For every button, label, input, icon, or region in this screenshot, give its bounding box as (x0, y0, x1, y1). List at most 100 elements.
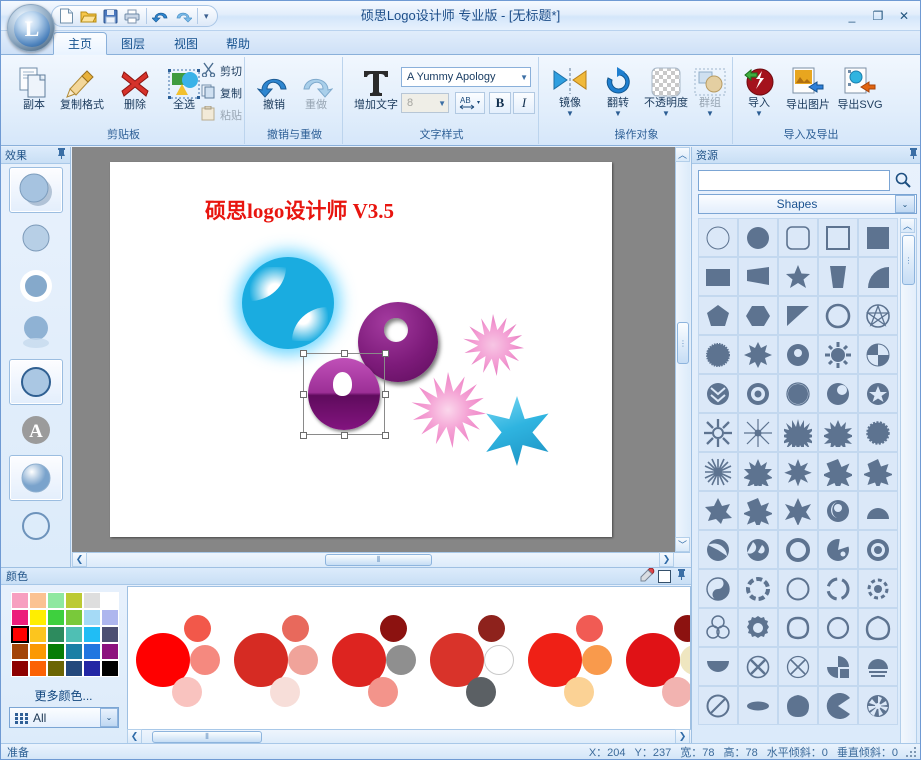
eyedropper-icon[interactable] (640, 568, 655, 585)
shape-crescent-circle[interactable] (818, 374, 858, 413)
shape-star-8[interactable] (738, 491, 778, 530)
effect-outline[interactable] (9, 359, 63, 405)
color-swatch[interactable] (11, 660, 29, 677)
shape-target[interactable] (858, 530, 898, 569)
color-gallery-scrollbar[interactable]: ❮ ⦀ ❯ (127, 729, 691, 744)
pink-starburst-small[interactable] (462, 314, 524, 376)
shape-blob-filled[interactable] (778, 686, 818, 725)
export-svg-button[interactable]: 导出SVG (833, 63, 887, 112)
resize-handle-n[interactable] (341, 350, 348, 357)
resource-category-combo[interactable]: Shapes ⌄ (698, 194, 917, 214)
shape-star-cutout-circle[interactable] (858, 374, 898, 413)
shape-circle-brush[interactable] (778, 569, 818, 608)
paste-button[interactable]: 粘贴 (199, 105, 244, 125)
color-swatch[interactable] (83, 609, 101, 626)
canvas-title-text[interactable]: 硕思logo设计师 V3.5 (205, 195, 394, 225)
shape-concentric-circle[interactable] (738, 374, 778, 413)
font-size-combo[interactable]: 8 ▼ (401, 93, 449, 113)
shape-pentagram-circle[interactable] (858, 296, 898, 335)
current-color-swatch[interactable] (658, 570, 671, 583)
resources-pin-icon[interactable] (909, 148, 918, 162)
export-image-button[interactable]: 导出图片 (781, 63, 835, 112)
effect-text-mask[interactable]: A (9, 407, 63, 453)
shape-star-6[interactable] (778, 491, 818, 530)
resources-scroll-up-button[interactable]: ︿ (900, 218, 915, 233)
tab-layers[interactable]: 图层 (106, 32, 160, 55)
shape-yin-yang[interactable] (698, 569, 738, 608)
color-swatch[interactable] (29, 592, 47, 609)
shape-scallop-circle[interactable] (858, 413, 898, 452)
search-input[interactable] (698, 170, 890, 191)
redo-icon[interactable] (173, 7, 193, 25)
canvas-hscroll-thumb[interactable]: ⦀ (325, 554, 432, 566)
color-swatch[interactable] (101, 626, 119, 643)
shape-half-disc[interactable] (698, 647, 738, 686)
shape-flower-8[interactable] (738, 335, 778, 374)
color-swatch[interactable] (11, 626, 29, 643)
shape-spiky-sun[interactable] (698, 413, 738, 452)
category-chevron-down-icon[interactable]: ⌄ (895, 195, 915, 213)
redo-button[interactable]: 重做 (287, 63, 345, 112)
shape-rectangle-filled[interactable] (698, 257, 738, 296)
pin-icon[interactable] (57, 148, 66, 162)
shape-hexagon[interactable] (738, 296, 778, 335)
shape-gear-circle[interactable] (698, 335, 738, 374)
group-button[interactable]: 群组 ▼ (681, 61, 739, 117)
effect-gradient-fill[interactable] (9, 455, 63, 501)
shape-cog-outline[interactable] (738, 608, 778, 647)
shape-no-entry[interactable] (698, 686, 738, 725)
shape-pac-ring[interactable] (818, 530, 858, 569)
resize-handle-ne[interactable] (382, 350, 389, 357)
shape-quad-split-circle[interactable] (858, 335, 898, 374)
color-swatch-grid[interactable] (11, 592, 119, 677)
canvas-scroll-right-button[interactable]: ❯ (659, 552, 674, 567)
shape-starburst-fine[interactable] (698, 452, 738, 491)
shape-sphere-wedge[interactable] (698, 530, 738, 569)
shape-square-filled[interactable] (858, 218, 898, 257)
blue-six-point-star[interactable] (482, 396, 552, 466)
canvas-vscroll-thumb[interactable]: ⋮ (677, 322, 689, 364)
resize-grip-icon[interactable] (904, 745, 918, 759)
open-folder-icon[interactable] (78, 7, 98, 25)
resize-handle-e[interactable] (382, 391, 389, 398)
canvas-scroll-down-button[interactable]: ﹀ (675, 537, 690, 552)
color-scheme-item[interactable] (324, 587, 422, 727)
shape-star-7[interactable] (698, 491, 738, 530)
print-icon[interactable] (122, 7, 142, 25)
shape-quarter-pie[interactable] (858, 257, 898, 296)
shape-thick-ring[interactable] (778, 530, 818, 569)
cut-button[interactable]: 剪切 (199, 61, 244, 81)
color-swatch[interactable] (29, 626, 47, 643)
more-colors-link[interactable]: 更多颜色... (1, 687, 126, 704)
shape-circle-rough-outline[interactable] (818, 608, 858, 647)
shape-square-outline[interactable] (818, 218, 858, 257)
effect-drop-shadow[interactable] (9, 167, 63, 213)
shape-egg-outline[interactable] (858, 608, 898, 647)
color-scheme-item[interactable] (128, 587, 226, 727)
color-swatch[interactable] (11, 592, 29, 609)
shape-rounded-square-outline[interactable] (778, 218, 818, 257)
shape-squircle-outline[interactable] (778, 608, 818, 647)
color-swatch[interactable] (83, 660, 101, 677)
canvas-horizontal-scrollbar[interactable]: ❮ ⦀ ❯ (72, 552, 690, 567)
close-button[interactable]: ✕ (896, 8, 912, 24)
color-scheme-item[interactable] (422, 587, 520, 727)
canvas-area[interactable]: 硕思logo设计师 V3.5 (72, 147, 690, 567)
resources-vscroll-thumb[interactable]: ⋮ (902, 235, 915, 285)
shape-pentagon[interactable] (698, 296, 738, 335)
copy-format-button[interactable]: 复制格式 (53, 63, 111, 112)
shape-rough-circle[interactable] (778, 374, 818, 413)
color-swatch[interactable] (29, 609, 47, 626)
color-scheme-item[interactable] (226, 587, 324, 727)
color-swatch[interactable] (65, 660, 83, 677)
color-scheme-item[interactable] (618, 587, 691, 727)
color-swatch[interactable] (11, 609, 29, 626)
shape-circle-outline[interactable] (698, 218, 738, 257)
color-swatch[interactable] (11, 643, 29, 660)
shape-globe[interactable] (738, 530, 778, 569)
color-swatch[interactable] (83, 592, 101, 609)
color-swatch[interactable] (101, 643, 119, 660)
color-swatch[interactable] (101, 592, 119, 609)
import-dropdown-icon[interactable]: ▼ (735, 110, 783, 117)
shape-starburst-16[interactable] (818, 413, 858, 452)
